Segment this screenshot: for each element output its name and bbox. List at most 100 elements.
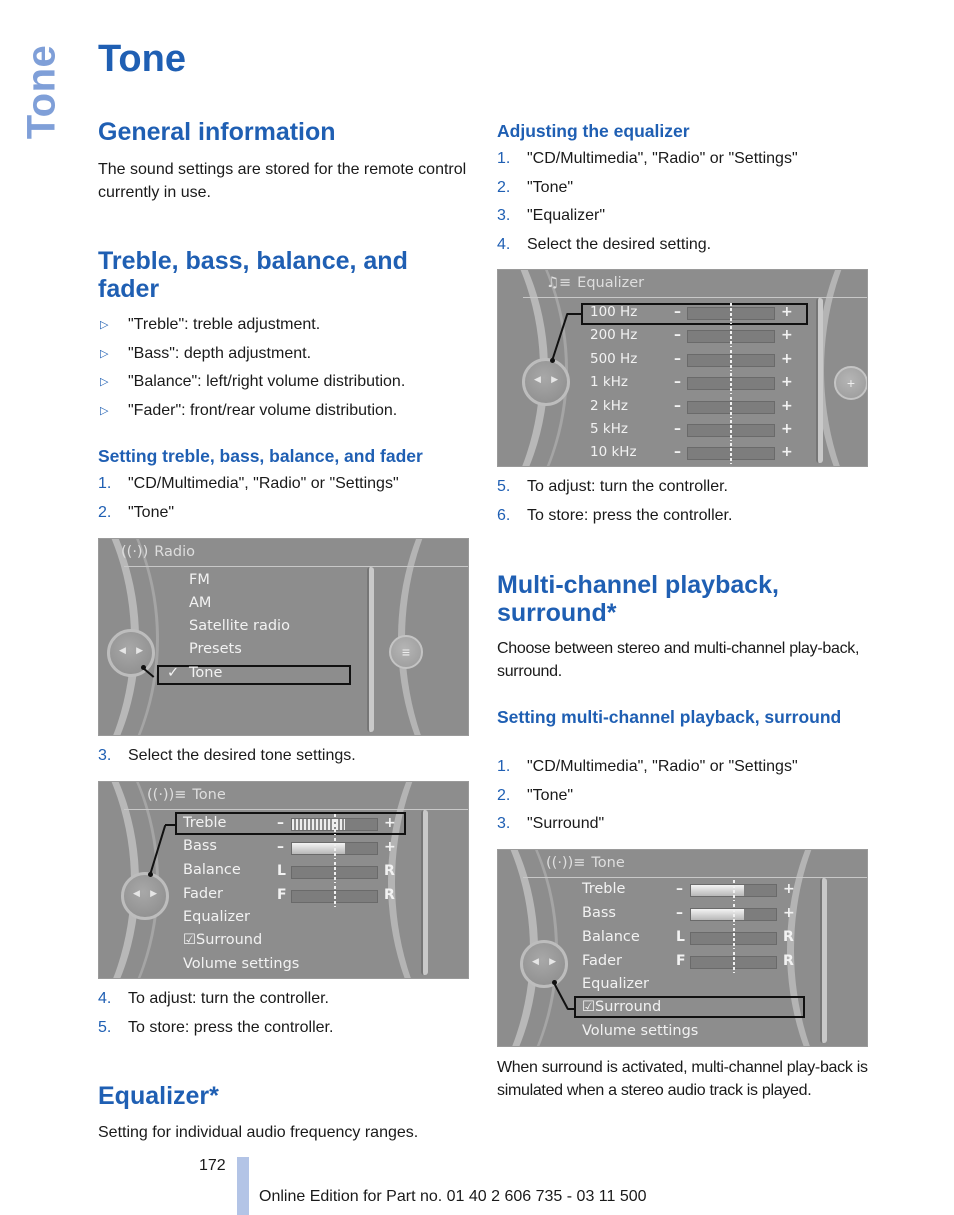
footer-edition: Online Edition for Part no. 01 40 2 606 …: [259, 1188, 647, 1205]
step-item: 6. To store: press the controller.: [497, 506, 733, 524]
slider-min-label: –: [277, 815, 284, 831]
slider-max-label: +: [781, 374, 793, 391]
treble-bullets: ▷ "Treble": treble adjustment. ▷ "Bass": d…: [98, 311, 470, 425]
slider-max-label: +: [384, 815, 396, 831]
slider-min-label: –: [676, 881, 683, 897]
slider-min-label: –: [676, 905, 683, 921]
slider-center-mark: [333, 862, 336, 883]
surround-screen-image: ((·))≡ Tone ◀ ▶ Treble Bass Balance Fader …: [497, 849, 868, 1047]
slider-center-mark: [732, 928, 735, 949]
slider: – +: [498, 420, 867, 441]
steps-list: 3. Select the desired tone settings.: [98, 742, 470, 771]
step-item: 1. "CD/Multimedia", "Radio" or "Settings": [497, 758, 798, 775]
menu-item-selected: ☑Surround: [582, 999, 662, 1015]
slider: – +: [498, 373, 867, 395]
slider: FR: [498, 952, 867, 973]
step-item: 1. "CD/Multimedia", "Radio" or "Settings": [98, 475, 399, 492]
slider: LR: [498, 928, 867, 949]
slider: – +: [498, 396, 867, 418]
step-item: 2. "Tone": [497, 178, 574, 196]
steps-list: 4. To adjust: turn the controller. 5. To s…: [98, 985, 470, 1042]
slider-min-label: –: [277, 839, 284, 855]
slider-max-label: R: [384, 887, 395, 903]
triangle-bullet-icon: ▷: [100, 347, 109, 360]
general-info-text: The sound settings are stored for the re…: [98, 161, 467, 201]
slider-min-label: F: [676, 953, 686, 969]
slider-max-label: R: [384, 863, 395, 879]
slider-min-label: –: [674, 327, 681, 344]
slider-min-label: –: [674, 374, 681, 391]
slider-center-mark: [732, 904, 735, 925]
radio-menu-icon: ≡: [389, 635, 423, 669]
slider-max-label: R: [783, 929, 794, 945]
tone-antenna-icon: ((·))≡: [546, 855, 586, 871]
slider-min-label: –: [674, 350, 681, 367]
setting-multichannel-subheading: Setting multi-channel playback, surround: [497, 707, 842, 727]
equalizer-screen-image: ♫≡ Equalizer ◀ ▶ + 100 Hz – +200 Hz – +500 Hz –…: [497, 269, 868, 467]
menu-item: Satellite radio: [189, 618, 290, 634]
triangle-bullet-icon: ▷: [100, 404, 109, 417]
step-item: 2. "Tone": [98, 503, 175, 521]
slider-fill: [691, 885, 744, 896]
slider-max-label: +: [781, 350, 793, 367]
equalizer-icon: ♫≡: [546, 275, 572, 291]
slider-center-mark: [730, 303, 732, 324]
slider-center-mark: [333, 838, 336, 859]
side-tab: Tone: [19, 42, 64, 142]
multichannel-text: Choose between stereo and multi-channel …: [497, 640, 860, 680]
slider-max-label: +: [781, 444, 793, 461]
triangle-bullet-icon: ▷: [100, 376, 109, 388]
slider-fill: [292, 819, 345, 830]
radio-screen-image: ((·)) Radio ◀ ▶ ≡ FM AM Satellite radio Pr…: [98, 538, 469, 736]
slider: – +: [498, 443, 867, 465]
steps-list: 1. "CD/Multimedia", "Radio" or "Settings"…: [497, 145, 869, 259]
slider: LR: [99, 862, 468, 883]
slider: – +: [498, 349, 867, 371]
menu-item: Equalizer: [582, 976, 649, 992]
slider-fill: [292, 843, 345, 854]
steps-list: 1. "CD/Multimedia", "Radio" or "Settings"…: [98, 470, 470, 527]
menu-item: ☑Surround: [183, 932, 263, 948]
screen-header: Tone: [591, 855, 625, 871]
slider: – +: [498, 904, 867, 925]
footer-bar: [237, 1157, 249, 1215]
slider-min-label: –: [674, 304, 681, 320]
slider-min-label: L: [277, 863, 286, 879]
side-tab-label: Tone: [19, 44, 64, 140]
slider: – +: [498, 303, 867, 324]
menu-item: Equalizer: [183, 909, 250, 925]
slider-center-mark: [333, 886, 336, 907]
slider: FR: [99, 886, 468, 907]
step-item: 2. "Tone": [497, 786, 574, 804]
slider-center-mark: [730, 349, 732, 371]
step-item: 3. "Surround": [497, 815, 605, 832]
slider-min-label: –: [674, 444, 681, 461]
treble-heading: Treble, bass, balance, and fader: [98, 247, 408, 303]
screen-header: Radio: [154, 544, 195, 560]
steps-list: 1. "CD/Multimedia", "Radio" or "Settings"…: [497, 753, 869, 839]
slider-min-label: –: [674, 421, 681, 437]
radio-antenna-icon: ((·)): [121, 544, 149, 560]
bullet-item: ▷ "Fader": front/rear volume distribution…: [98, 397, 470, 426]
menu-item: Volume settings: [183, 956, 300, 972]
step-item: 5. To adjust: turn the controller.: [497, 478, 728, 495]
slider-min-label: –: [674, 397, 681, 414]
slider-center-mark: [732, 952, 735, 973]
slider-min-label: F: [277, 887, 287, 903]
steps-list: 5. To adjust: turn the controller. 6. To s…: [497, 473, 869, 530]
surround-note-text: When surround is activated, multi-channe…: [497, 1059, 868, 1099]
slider: – +: [498, 326, 867, 348]
equalizer-text: Setting for individual audio frequency r…: [98, 1124, 419, 1141]
slider-center-mark: [730, 373, 732, 395]
menu-item: FM: [189, 572, 210, 588]
slider: – +: [99, 838, 468, 859]
step-item: 3. "Equalizer": [497, 207, 606, 224]
checkbox-checked-icon: ☑: [582, 999, 595, 1015]
general-info-heading: General information: [98, 118, 336, 146]
slider: – +: [99, 814, 468, 835]
adjusting-equalizer-subheading: Adjusting the equalizer: [497, 121, 690, 141]
slider-max-label: +: [384, 839, 396, 855]
tone-antenna-icon: ((·))≡: [147, 787, 187, 803]
slider-fill: [691, 909, 744, 920]
step-item: 5. To store: press the controller.: [98, 1018, 334, 1036]
